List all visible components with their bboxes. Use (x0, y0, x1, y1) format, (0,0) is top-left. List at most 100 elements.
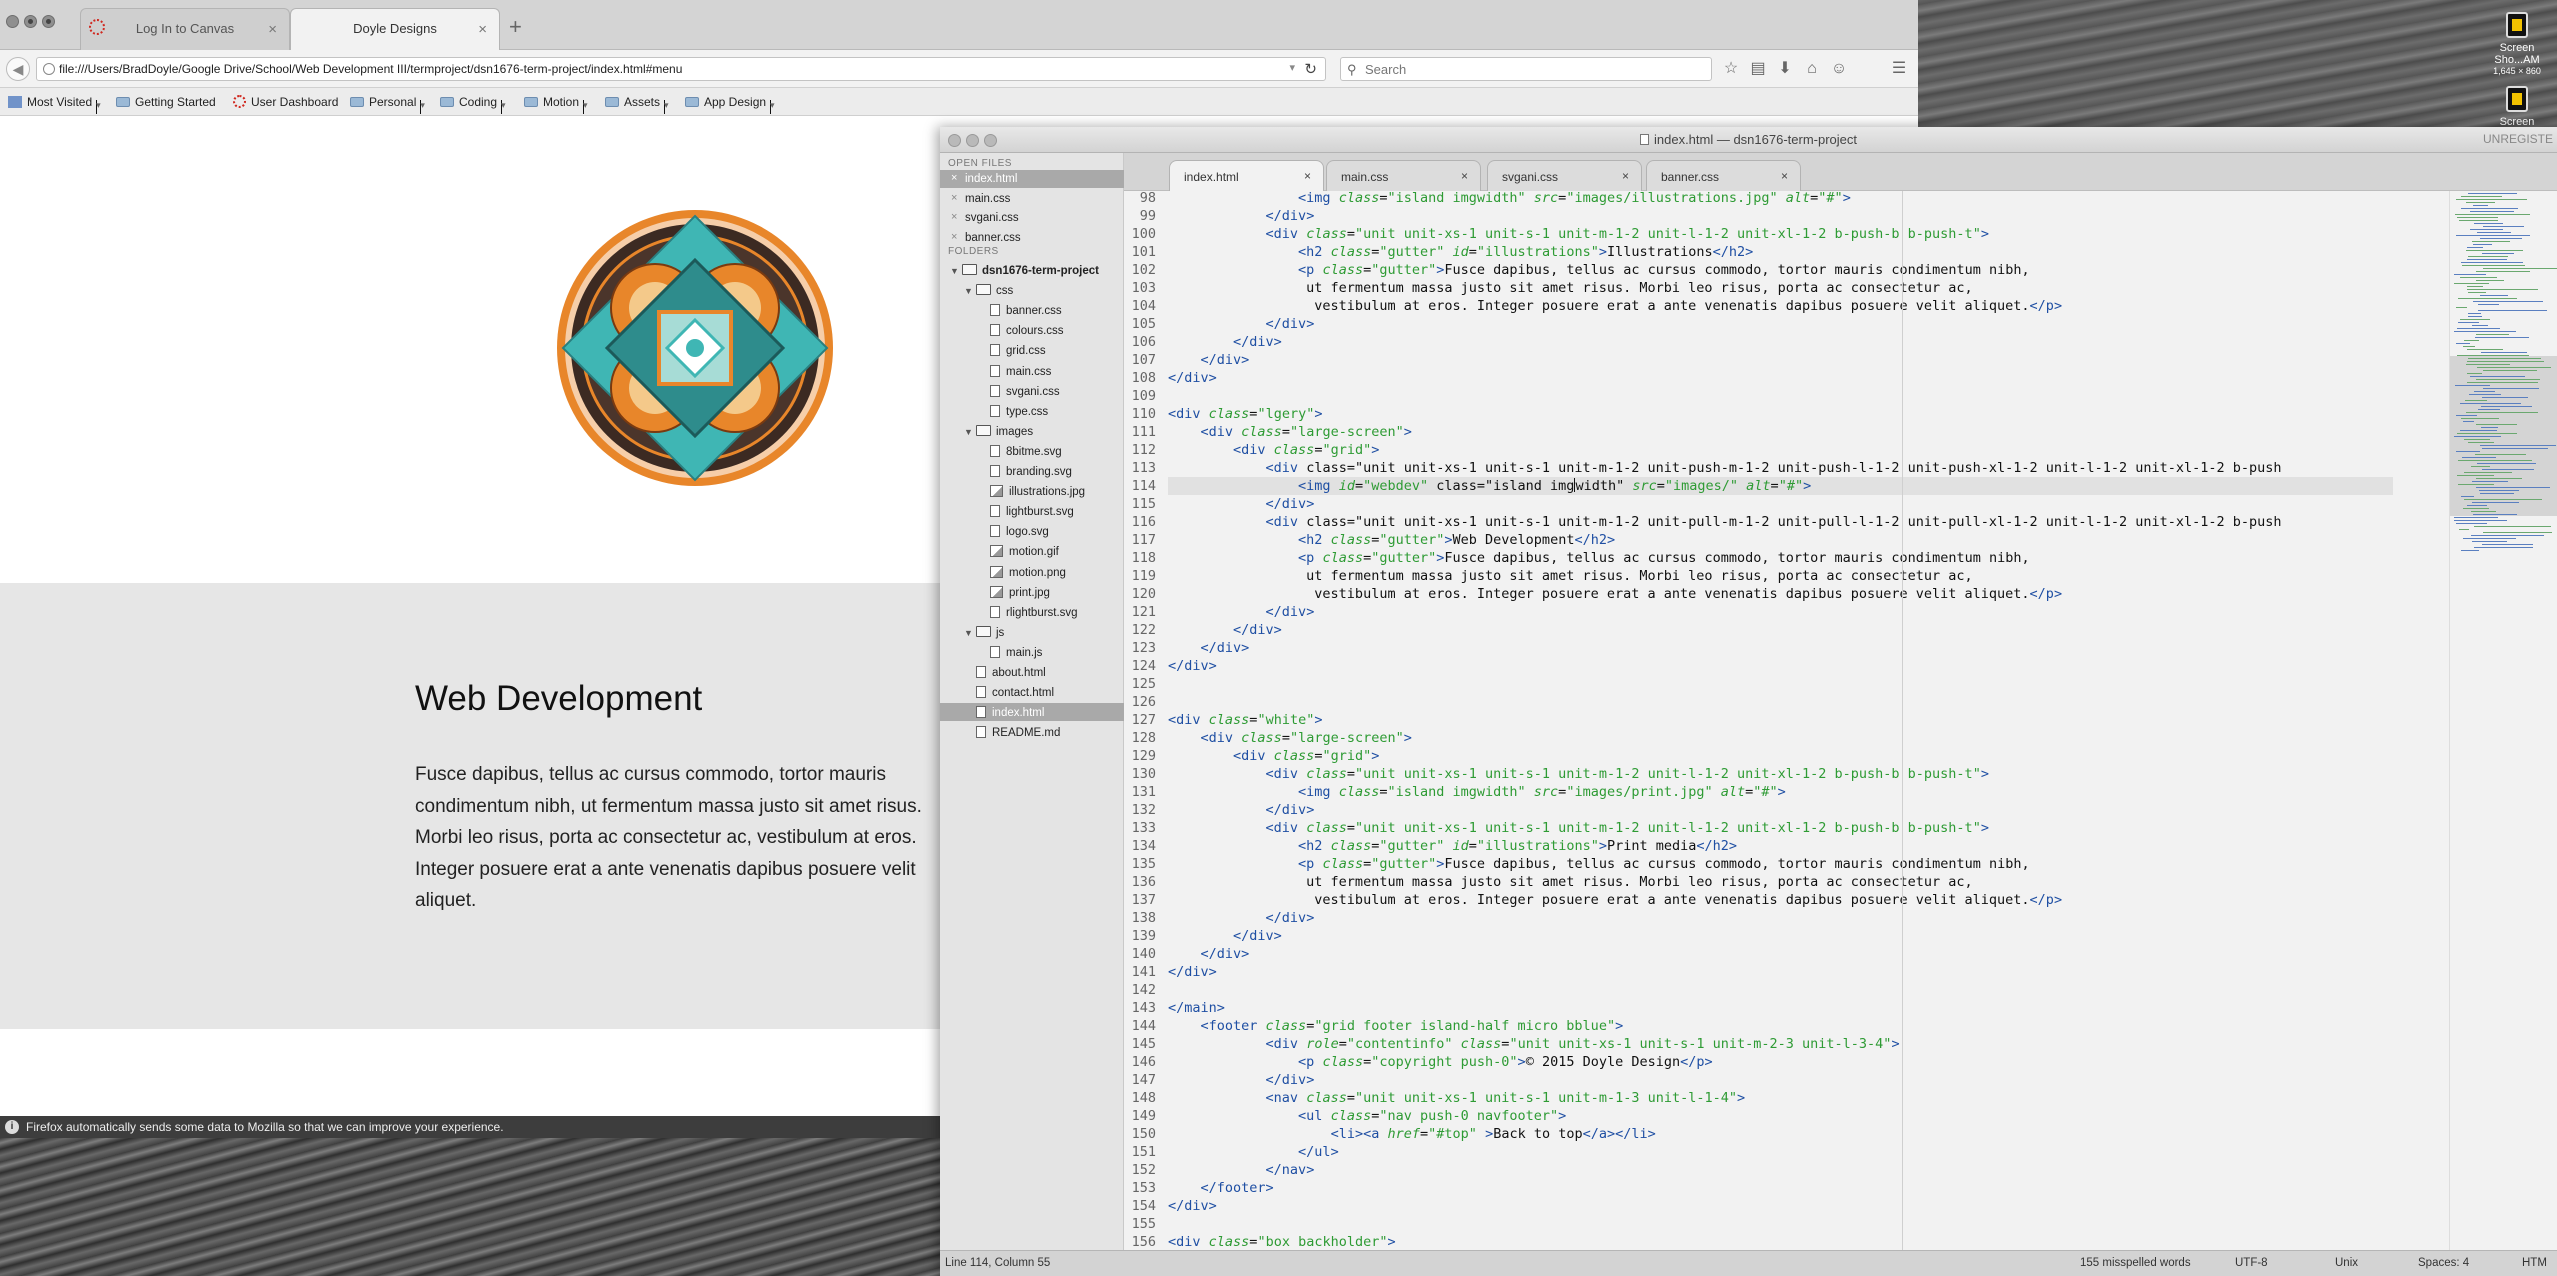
bookmark-folder-personal[interactable]: Personal ▾ (350, 95, 425, 114)
reading-list-icon[interactable]: ▤ (1747, 58, 1769, 80)
open-file-item[interactable]: × main.css (940, 190, 1124, 208)
code-line[interactable]: <div class="grid"> (1168, 747, 1379, 765)
code-line[interactable]: vestibulum at eros. Integer posuere erat… (1168, 891, 2062, 909)
code-line[interactable]: ut fermentum massa justo sit amet risus.… (1168, 279, 1973, 297)
code-line[interactable]: <div class="unit unit-xs-1 unit-s-1 unit… (1168, 819, 1989, 837)
code-line[interactable]: </div> (1168, 351, 1250, 369)
window-zoom-button[interactable] (984, 134, 997, 147)
current-code-line[interactable]: <img id="webdev" class="island imgwidth"… (1168, 477, 2393, 495)
tab-doyle-designs[interactable]: Doyle Designs × (290, 8, 500, 50)
reload-icon[interactable]: ↻ (1304, 60, 1317, 78)
code-line[interactable]: </div> (1168, 1071, 1315, 1089)
code-line[interactable]: <img class="island imgwidth" src="images… (1168, 783, 1786, 801)
sidebar-file[interactable]: logo.svg (940, 522, 1124, 540)
bookmark-user-dashboard[interactable]: User Dashboard (233, 95, 338, 109)
chat-icon[interactable]: ☺ (1828, 58, 1850, 80)
desktop-file-screenshot[interactable]: Screen Sho...AM 1,645 × 860 (2485, 12, 2549, 76)
sidebar-file[interactable]: motion.gif (940, 542, 1124, 560)
code-line[interactable]: </div> (1168, 369, 1217, 387)
code-line[interactable]: <img class="island imgwidth" src="images… (1168, 191, 1851, 207)
sidebar-file[interactable]: contact.html (940, 683, 1124, 701)
close-tab-icon[interactable]: × (1304, 169, 1311, 183)
code-line[interactable]: <h2 class="gutter" id="illustrations">Pr… (1168, 837, 1737, 855)
bookmark-getting-started[interactable]: Getting Started (116, 95, 216, 109)
sidebar-file[interactable]: index.html (940, 703, 1124, 722)
sidebar-file[interactable]: main.css (940, 362, 1124, 380)
code-line[interactable]: ut fermentum massa justo sit amet risus.… (1168, 873, 1973, 891)
sidebar-file[interactable]: main.js (940, 643, 1124, 661)
new-tab-button[interactable]: + (509, 14, 522, 40)
code-line[interactable]: <h2 class="gutter">Web Development</h2> (1168, 531, 1615, 549)
sidebar-folder[interactable]: ▼ images (940, 422, 1124, 440)
close-tab-icon[interactable]: × (478, 21, 487, 38)
code-line[interactable]: <div class="unit unit-xs-1 unit-s-1 unit… (1168, 765, 1989, 783)
sidebar-file[interactable]: grid.css (940, 341, 1124, 359)
close-tab-icon[interactable]: × (1461, 169, 1468, 183)
code-line[interactable]: <div class="unit unit-xs-1 unit-s-1 unit… (1168, 225, 1989, 243)
code-line[interactable]: </main> (1168, 999, 1225, 1017)
code-line[interactable]: </div> (1168, 945, 1250, 963)
code-line[interactable]: <p class="gutter">Fusce dapibus, tellus … (1168, 549, 2030, 567)
downloads-icon[interactable]: ⬇ (1774, 58, 1796, 80)
sidebar-file[interactable]: colours.css (940, 321, 1124, 339)
sidebar-file[interactable]: illustrations.jpg (940, 482, 1124, 500)
code-line[interactable]: <p class="gutter">Fusce dapibus, tellus … (1168, 261, 2030, 279)
code-line[interactable]: <footer class="grid footer island-half m… (1168, 1017, 1624, 1035)
disclosure-triangle-icon[interactable]: ▼ (950, 266, 962, 276)
code-line[interactable]: <p class="gutter">Fusce dapibus, tellus … (1168, 855, 2030, 873)
code-line[interactable]: <div class="lgery"> (1168, 405, 1322, 423)
encoding-selector[interactable]: UTF-8 (2235, 1257, 2268, 1269)
editor-tab-svgani-css[interactable]: svgani.css × (1487, 160, 1642, 191)
code-line[interactable]: <nav class="unit unit-xs-1 unit-s-1 unit… (1168, 1089, 1746, 1107)
window-minimize-button[interactable] (966, 134, 979, 147)
open-file-item[interactable]: × svgani.css (940, 209, 1124, 227)
code-line[interactable]: </div> (1168, 495, 1315, 513)
sidebar-file[interactable]: about.html (940, 663, 1124, 681)
code-line[interactable]: </div> (1168, 909, 1315, 927)
sidebar-file[interactable]: motion.png (940, 563, 1124, 581)
code-line[interactable]: </ul> (1168, 1143, 1339, 1161)
code-line[interactable]: <ul class="nav push-0 navfooter"> (1168, 1107, 1566, 1125)
sidebar-file[interactable]: 8bitme.svg (940, 442, 1124, 460)
code-line[interactable]: <div class="grid"> (1168, 441, 1379, 459)
code-line[interactable]: <div class="large-screen"> (1168, 729, 1412, 747)
url-history-dropdown-icon[interactable]: ▾ (1289, 61, 1295, 74)
code-line[interactable]: <div role="contentinfo" class="unit unit… (1168, 1035, 1900, 1053)
sidebar-file[interactable]: banner.css (940, 301, 1124, 319)
bookmark-folder-assets[interactable]: Assets ▾ (605, 95, 669, 114)
home-icon[interactable]: ⌂ (1801, 58, 1823, 80)
sidebar-folder[interactable]: ▼ css (940, 281, 1124, 299)
editor-tab-banner-css[interactable]: banner.css × (1646, 160, 1801, 191)
sidebar-file[interactable]: rlightburst.svg (940, 603, 1124, 621)
code-line[interactable]: <div class="box backholder"> (1168, 1233, 1396, 1250)
code-line[interactable]: <h2 class="gutter" id="illustrations">Il… (1168, 243, 1753, 261)
code-line[interactable]: <div class="unit unit-xs-1 unit-s-1 unit… (1168, 513, 2282, 531)
tab-log-in-to-canvas[interactable]: Log In to Canvas × (80, 8, 290, 50)
sidebar-file[interactable]: README.md (940, 723, 1124, 741)
open-file-item[interactable]: × index.html (940, 170, 1124, 188)
code-line[interactable]: vestibulum at eros. Integer posuere erat… (1168, 297, 2062, 315)
code-line[interactable]: </div> (1168, 657, 1217, 675)
editor-tab-index-html[interactable]: index.html × (1169, 160, 1324, 191)
code-line[interactable]: </div> (1168, 315, 1315, 333)
code-line[interactable]: </div> (1168, 963, 1217, 981)
code-line[interactable]: </div> (1168, 927, 1282, 945)
close-tab-icon[interactable]: × (1622, 169, 1629, 183)
menu-icon[interactable]: ☰ (1888, 58, 1910, 80)
line-endings-selector[interactable]: Unix (2335, 1257, 2358, 1269)
bookmark-folder-coding[interactable]: Coding ▾ (440, 95, 506, 114)
code-line[interactable]: </div> (1168, 207, 1315, 225)
code-line[interactable]: ut fermentum massa justo sit amet risus.… (1168, 567, 1973, 585)
indentation-selector[interactable]: Spaces: 4 (2418, 1257, 2469, 1269)
code-line[interactable]: <div class="white"> (1168, 711, 1322, 729)
sidebar-file[interactable]: svgani.css (940, 382, 1124, 400)
back-button[interactable]: ◀ (6, 57, 30, 81)
window-close-button[interactable] (6, 15, 19, 28)
code-line[interactable]: </div> (1168, 1197, 1217, 1215)
disclosure-triangle-icon[interactable]: ▼ (964, 628, 976, 638)
bookmark-star-icon[interactable]: ☆ (1720, 58, 1742, 80)
code-editor[interactable]: <img class="island imgwidth" src="images… (1168, 191, 2393, 1250)
sidebar-folder[interactable]: ▼ js (940, 623, 1124, 641)
code-line[interactable]: <div class="unit unit-xs-1 unit-s-1 unit… (1168, 459, 2282, 477)
code-line[interactable]: </div> (1168, 603, 1315, 621)
